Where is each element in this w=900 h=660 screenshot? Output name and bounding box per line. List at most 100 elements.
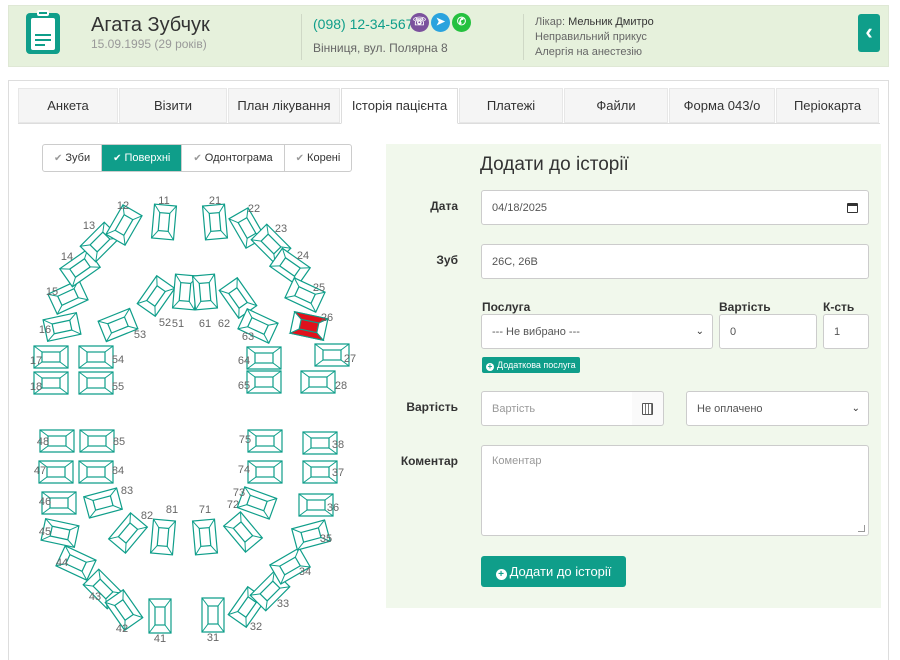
tooth-28[interactable] bbox=[300, 370, 336, 394]
patient-phone[interactable]: (098) 12-34-567 bbox=[313, 16, 413, 32]
tooth-number: 83 bbox=[121, 485, 133, 497]
tab-anketa[interactable]: Анкета bbox=[18, 88, 118, 123]
tooth-55[interactable] bbox=[78, 371, 114, 395]
tooth-84[interactable] bbox=[78, 460, 114, 484]
tooth-53[interactable] bbox=[97, 307, 139, 343]
tooth-75[interactable] bbox=[247, 429, 283, 453]
chevron-down-icon: ⌄ bbox=[851, 403, 860, 414]
tab-payments[interactable]: Платежі bbox=[459, 88, 563, 123]
tab-bar: Анкета Візити План лікування Історія пац… bbox=[18, 88, 880, 124]
price-input[interactable]: Вартість bbox=[481, 391, 633, 426]
tooth-number: 35 bbox=[320, 533, 332, 545]
tooth-number: 62 bbox=[218, 318, 230, 330]
tooth-number: 51 bbox=[172, 318, 184, 330]
tooth-number: 16 bbox=[39, 324, 51, 336]
tooth-number: 11 bbox=[158, 195, 169, 207]
tooth-number: 84 bbox=[112, 465, 124, 477]
tooth-label: Зуб bbox=[436, 253, 458, 267]
telegram-icon[interactable]: ➤ bbox=[431, 13, 450, 32]
tooth-71[interactable] bbox=[191, 518, 219, 556]
tooth-number: 37 bbox=[332, 467, 344, 479]
doctor-name: Мельник Дмитро bbox=[568, 16, 654, 28]
tooth-number: 14 bbox=[61, 251, 73, 263]
tab-form-043[interactable]: Форма 043/о bbox=[669, 88, 775, 123]
tooth-number: 52 bbox=[159, 317, 171, 329]
tooth-74[interactable] bbox=[247, 460, 283, 484]
resize-handle-icon[interactable] bbox=[858, 525, 865, 532]
tooth-number: 53 bbox=[134, 329, 146, 341]
tooth-number: 74 bbox=[238, 464, 250, 476]
tooth-number: 36 bbox=[327, 502, 339, 514]
mode-surfaces[interactable]: ✔ Поверхні bbox=[102, 145, 183, 171]
payment-status-select[interactable]: Не оплачено ⌄ bbox=[686, 391, 869, 426]
add-to-history-button[interactable]: + Додати до історії bbox=[481, 556, 626, 587]
tooth-61[interactable] bbox=[191, 273, 219, 311]
tooth-81[interactable] bbox=[149, 518, 177, 556]
tooth-number: 72 bbox=[227, 499, 239, 511]
comment-label: Коментар bbox=[400, 454, 458, 468]
dental-chart: 18 17 16 15 14 13 12 11 21 22 23 24 25 26 27 28 55 54 53 52… bbox=[30, 195, 356, 645]
tooth-number: 46 bbox=[39, 496, 51, 508]
tooth-number: 81 bbox=[166, 504, 178, 516]
patient-card-icon bbox=[26, 10, 60, 54]
chevron-down-icon: ⌄ bbox=[695, 326, 704, 337]
tooth-11[interactable] bbox=[150, 203, 178, 241]
tab-periochart[interactable]: Періокарта bbox=[776, 88, 879, 123]
check-icon: ✔ bbox=[295, 153, 305, 164]
mode-roots[interactable]: ✔ Корені bbox=[285, 145, 352, 171]
tooth-number: 55 bbox=[112, 381, 124, 393]
tooth-83[interactable] bbox=[82, 487, 124, 519]
tab-files[interactable]: Файли bbox=[564, 88, 668, 123]
calendar-icon[interactable] bbox=[847, 202, 858, 213]
calculator-icon bbox=[642, 403, 653, 415]
cost-input[interactable]: 0 bbox=[719, 314, 817, 349]
tooth-number: 24 bbox=[297, 250, 309, 262]
patient-address: Вінниця, вул. Полярна 8 bbox=[313, 41, 448, 55]
tooth-54[interactable] bbox=[78, 345, 114, 369]
tooth-85[interactable] bbox=[79, 429, 115, 453]
tab-patient-history[interactable]: Історія пацієнта bbox=[341, 88, 458, 124]
tooth-number: 23 bbox=[275, 223, 287, 235]
tab-visits[interactable]: Візити bbox=[119, 88, 227, 123]
patient-name: Агата Зубчук bbox=[91, 14, 210, 36]
collapse-header-button[interactable]: ‹ bbox=[858, 14, 880, 52]
tooth-72[interactable] bbox=[222, 511, 264, 553]
patient-note: Алергія на анестезію bbox=[535, 46, 643, 58]
viber-icon[interactable]: ☏ bbox=[410, 13, 429, 32]
tooth-number: 28 bbox=[335, 380, 347, 392]
tooth-65[interactable] bbox=[246, 370, 282, 394]
tooth-number: 65 bbox=[238, 380, 250, 392]
tooth-number: 12 bbox=[117, 200, 129, 212]
tooth-21[interactable] bbox=[201, 203, 229, 241]
whatsapp-icon[interactable]: ✆ bbox=[452, 13, 471, 32]
patient-note: Неправильний прикус bbox=[535, 31, 647, 43]
tab-treatment-plan[interactable]: План лікування bbox=[228, 88, 340, 123]
tooth-41[interactable] bbox=[148, 598, 172, 634]
tooth-31[interactable] bbox=[201, 597, 225, 633]
tooth-52[interactable] bbox=[136, 274, 176, 318]
tooth-number: 75 bbox=[239, 434, 251, 446]
tooth-number: 64 bbox=[238, 355, 250, 367]
tooth-number: 25 bbox=[313, 282, 325, 294]
tooth-input[interactable]: 26C, 26B bbox=[481, 244, 869, 279]
chart-mode-toggle: ✔ Зуби ✔ Поверхні ✔ Одонтограма ✔ Корені bbox=[42, 144, 353, 172]
tooth-number: 63 bbox=[242, 331, 254, 343]
tooth-number: 32 bbox=[250, 621, 262, 633]
add-history-form: Додати до історії Дата 04/18/2025 Зуб 26… bbox=[386, 144, 881, 608]
mode-teeth[interactable]: ✔ Зуби bbox=[43, 145, 103, 171]
calculator-button[interactable] bbox=[632, 391, 664, 426]
service-select[interactable]: --- Не вибрано --- ⌄ bbox=[481, 314, 713, 349]
form-title: Додати до історії bbox=[480, 154, 629, 175]
add-service-button[interactable]: + Додаткова послуга bbox=[482, 357, 580, 373]
tooth-number: 15 bbox=[46, 286, 58, 298]
mode-odontogram[interactable]: ✔ Одонтограма bbox=[182, 145, 285, 171]
tooth-64[interactable] bbox=[246, 346, 282, 370]
tooth-number: 45 bbox=[39, 526, 51, 538]
qty-input[interactable]: 1 bbox=[823, 314, 869, 349]
tooth-number: 38 bbox=[332, 439, 344, 451]
tooth-number: 71 bbox=[199, 504, 211, 516]
date-input[interactable]: 04/18/2025 bbox=[481, 190, 869, 225]
check-icon: ✔ bbox=[54, 153, 63, 164]
comment-textarea[interactable]: Коментар bbox=[481, 445, 869, 536]
tooth-number: 73 bbox=[233, 487, 245, 499]
